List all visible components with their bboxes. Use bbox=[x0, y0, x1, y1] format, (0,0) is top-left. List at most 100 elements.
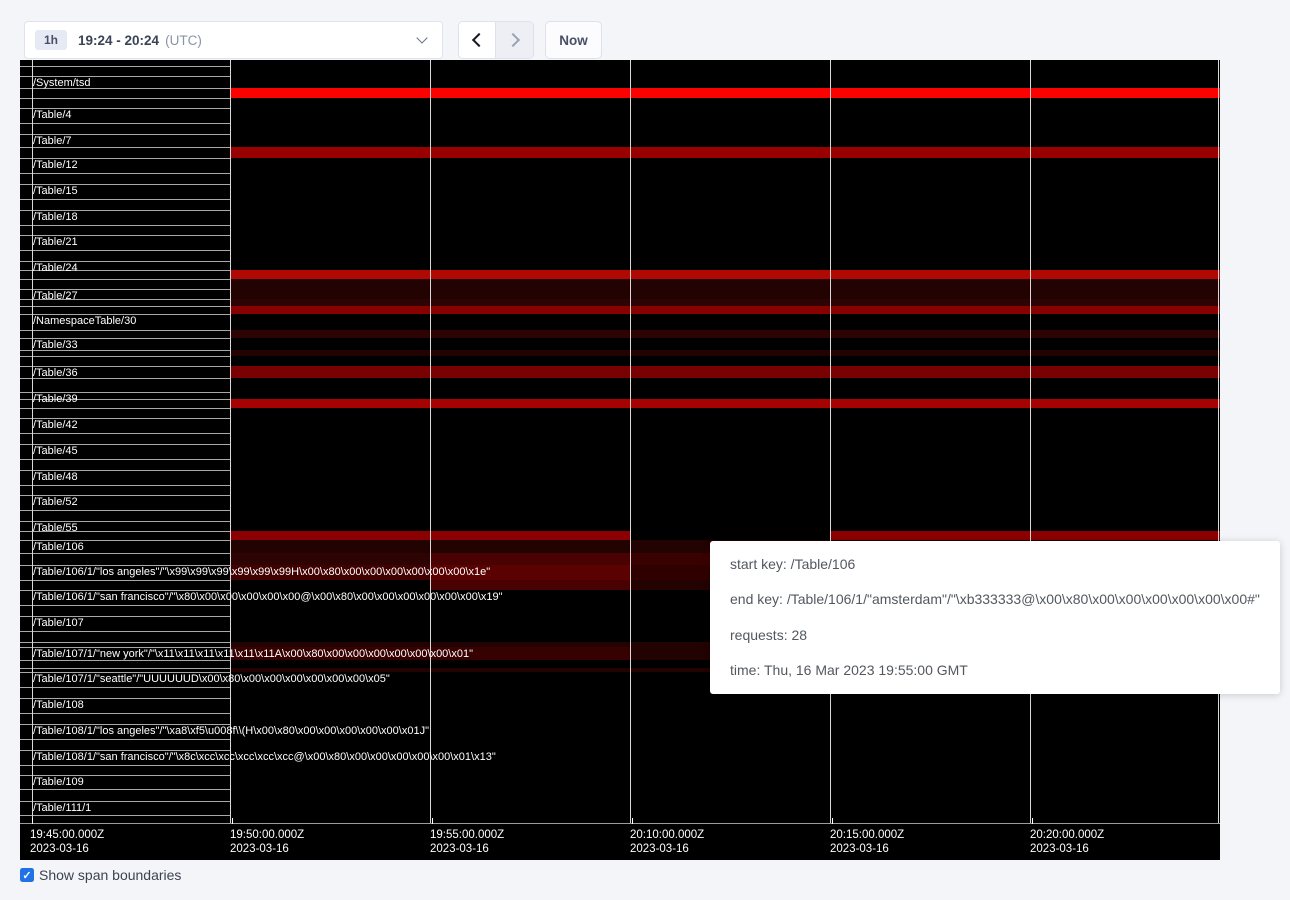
heatmap-cell[interactable] bbox=[230, 459, 430, 470]
heatmap-cell[interactable] bbox=[230, 531, 430, 540]
heatmap-cell[interactable] bbox=[230, 123, 430, 134]
heatmap-cell[interactable] bbox=[830, 392, 1030, 399]
heatmap-cell[interactable] bbox=[1030, 235, 1220, 250]
heatmap-cell[interactable] bbox=[230, 815, 430, 823]
heatmap-cell[interactable] bbox=[230, 225, 430, 235]
heatmap-cell[interactable] bbox=[1030, 775, 1220, 789]
heatmap-cell[interactable] bbox=[1030, 225, 1220, 235]
heatmap-cell[interactable] bbox=[1030, 392, 1220, 399]
heatmap-cell[interactable] bbox=[630, 366, 830, 378]
heatmap-cell[interactable] bbox=[430, 605, 630, 616]
heatmap-cell[interactable] bbox=[230, 433, 430, 444]
heatmap-cell[interactable] bbox=[430, 765, 630, 775]
heatmap-cell[interactable] bbox=[230, 580, 430, 590]
heatmap-cell[interactable] bbox=[1030, 108, 1220, 123]
heatmap-cell[interactable] bbox=[830, 270, 1030, 279]
heatmap-cell[interactable] bbox=[230, 485, 430, 495]
heatmap-cell[interactable] bbox=[1030, 408, 1220, 418]
heatmap-cell[interactable] bbox=[1030, 801, 1220, 815]
heatmap-cell[interactable] bbox=[630, 356, 830, 366]
heatmap-cell[interactable] bbox=[430, 270, 630, 279]
heatmap-cell[interactable] bbox=[430, 616, 630, 631]
heatmap-cell[interactable] bbox=[430, 366, 630, 378]
heatmap-cell[interactable] bbox=[830, 225, 1030, 235]
heatmap-row[interactable] bbox=[20, 123, 1220, 134]
heatmap-cell[interactable] bbox=[430, 801, 630, 815]
heatmap-cell[interactable] bbox=[430, 687, 630, 698]
heatmap-cell[interactable] bbox=[230, 210, 430, 225]
heatmap-cell[interactable] bbox=[830, 356, 1030, 366]
heatmap-cell[interactable] bbox=[630, 184, 830, 199]
heatmap-row[interactable] bbox=[20, 158, 1220, 173]
heatmap-cell[interactable] bbox=[430, 134, 630, 147]
heatmap-cell[interactable] bbox=[230, 66, 430, 76]
heatmap-cell[interactable] bbox=[630, 66, 830, 76]
heatmap-cell[interactable] bbox=[630, 459, 830, 470]
heatmap-row[interactable] bbox=[20, 289, 1220, 299]
heatmap-cell[interactable] bbox=[630, 801, 830, 815]
heatmap-cell[interactable] bbox=[430, 158, 630, 173]
heatmap-cell[interactable] bbox=[430, 418, 630, 433]
heatmap-cell[interactable] bbox=[430, 261, 630, 270]
heatmap-cell[interactable] bbox=[1030, 299, 1220, 306]
heatmap-row[interactable] bbox=[20, 173, 1220, 184]
heatmap-cell[interactable] bbox=[630, 306, 830, 314]
heatmap-cell[interactable] bbox=[830, 66, 1030, 76]
heatmap-cell[interactable] bbox=[230, 616, 430, 631]
heatmap-cell[interactable] bbox=[830, 261, 1030, 270]
heatmap-cell[interactable] bbox=[230, 76, 430, 88]
heatmap-row[interactable] bbox=[20, 270, 1220, 279]
heatmap-cell[interactable] bbox=[830, 279, 1030, 289]
heatmap-cell[interactable] bbox=[630, 399, 830, 408]
heatmap-cell[interactable] bbox=[1030, 739, 1220, 750]
heatmap-cell[interactable] bbox=[1030, 510, 1220, 521]
heatmap-cell[interactable] bbox=[1030, 289, 1220, 299]
heatmap-row[interactable] bbox=[20, 531, 1220, 540]
heatmap-cell[interactable] bbox=[230, 98, 430, 108]
heatmap-cell[interactable] bbox=[1030, 713, 1220, 724]
heatmap-cell[interactable] bbox=[1030, 76, 1220, 88]
heatmap-cell[interactable] bbox=[830, 470, 1030, 485]
heatmap-cell[interactable] bbox=[830, 338, 1030, 350]
heatmap-cell[interactable] bbox=[230, 631, 430, 642]
heatmap-cell[interactable] bbox=[230, 801, 430, 815]
heatmap-cell[interactable] bbox=[430, 173, 630, 184]
heatmap-cell[interactable] bbox=[830, 378, 1030, 392]
heatmap-cell[interactable] bbox=[230, 199, 430, 210]
heatmap-row[interactable] bbox=[20, 279, 1220, 289]
heatmap-cell[interactable] bbox=[230, 250, 430, 261]
heatmap-cell[interactable] bbox=[230, 338, 430, 350]
heatmap-cell[interactable] bbox=[230, 418, 430, 433]
heatmap-cell[interactable] bbox=[830, 314, 1030, 330]
heatmap-cell[interactable] bbox=[1030, 184, 1220, 199]
heatmap-cell[interactable] bbox=[1030, 66, 1220, 76]
heatmap-cell[interactable] bbox=[430, 698, 630, 713]
heatmap-row[interactable] bbox=[20, 88, 1220, 98]
heatmap-cell[interactable] bbox=[230, 314, 430, 330]
heatmap-cell[interactable] bbox=[830, 306, 1030, 314]
heatmap-cell[interactable] bbox=[630, 98, 830, 108]
heatmap-cell[interactable] bbox=[430, 98, 630, 108]
heatmap-cell[interactable] bbox=[230, 495, 430, 510]
heatmap-cell[interactable] bbox=[230, 521, 430, 531]
heatmap-cell[interactable] bbox=[430, 225, 630, 235]
heatmap-cell[interactable] bbox=[630, 210, 830, 225]
heatmap-row[interactable] bbox=[20, 495, 1220, 510]
heatmap-cell[interactable] bbox=[830, 789, 1030, 801]
heatmap-cell[interactable] bbox=[1030, 495, 1220, 510]
heatmap-cell[interactable] bbox=[630, 147, 830, 158]
key-visualizer-canvas[interactable]: 19:45:00.000Z2023-03-1619:50:00.000Z2023… bbox=[20, 60, 1220, 860]
heatmap-cell[interactable] bbox=[430, 531, 630, 540]
heatmap-cell[interactable] bbox=[630, 750, 830, 765]
heatmap-row[interactable] bbox=[20, 739, 1220, 750]
heatmap-cell[interactable] bbox=[830, 713, 1030, 724]
heatmap-cell[interactable] bbox=[830, 698, 1030, 713]
heatmap-cell[interactable] bbox=[830, 289, 1030, 299]
heatmap-cell[interactable] bbox=[430, 672, 630, 687]
heatmap-cell[interactable] bbox=[430, 108, 630, 123]
heatmap-rows[interactable] bbox=[20, 60, 1220, 823]
heatmap-cell[interactable] bbox=[430, 660, 630, 668]
heatmap-cell[interactable] bbox=[1030, 147, 1220, 158]
heatmap-cell[interactable] bbox=[1030, 279, 1220, 289]
heatmap-cell[interactable] bbox=[430, 631, 630, 642]
